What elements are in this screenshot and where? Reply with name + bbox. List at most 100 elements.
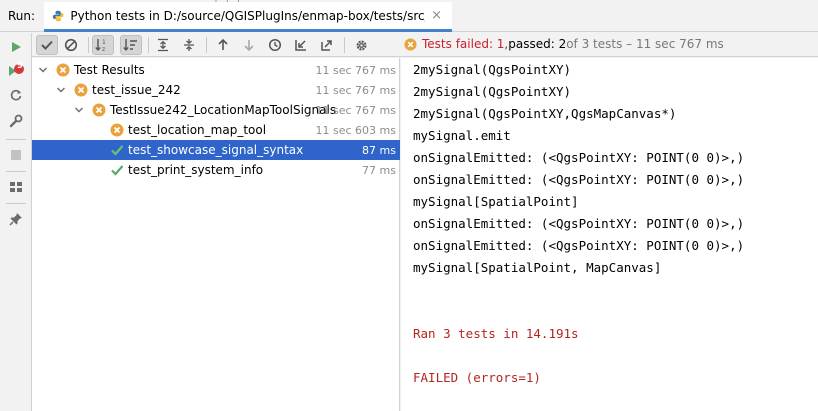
arrow-down-icon (244, 40, 254, 52)
export-results-button[interactable] (316, 35, 338, 55)
sort-duration-icon (123, 39, 137, 52)
passed-check-icon (111, 145, 124, 156)
rerun-failed-button[interactable]: 9 (6, 61, 26, 81)
next-failed-test-button[interactable] (238, 35, 260, 55)
show-passed-button[interactable] (36, 35, 58, 55)
console-line: onSignalEmitted: (<QgsPointXY: POINT(0 0… (413, 150, 745, 165)
python-icon (52, 10, 64, 21)
tree-node-name: test_location_map_tool (128, 123, 267, 137)
toggle-auto-test-button[interactable] (6, 85, 26, 105)
ignored-icon (64, 38, 78, 52)
history-clock-icon (268, 38, 282, 52)
close-icon[interactable]: × (431, 8, 442, 23)
test-history-button[interactable] (264, 35, 286, 55)
refresh-icon (10, 89, 22, 101)
run-tool-window-header: symbolodv Run: Python tests in D:/source… (0, 0, 818, 32)
tree-node-name: Test Results (74, 63, 145, 77)
arrow-up-icon (218, 38, 228, 50)
stop-icon (11, 150, 21, 160)
console-line: 2mySignal(QgsPointXY) (413, 84, 572, 99)
tree-node-duration: 11 sec 767 ms (315, 64, 396, 77)
run-label: Run: (8, 9, 36, 23)
tree-node-duration: 11 sec 603 ms (315, 124, 396, 137)
tree-row-test-showcase-signal-syntax[interactable]: test_showcase_signal_syntax 87 ms (32, 140, 400, 160)
console-line: onSignalEmitted: (<QgsPointXY: POINT(0 0… (413, 216, 745, 231)
run-tab[interactable]: Python tests in D:/source/QGISPlugIns/en… (44, 2, 452, 32)
import-icon (295, 40, 306, 51)
run-tab-title: Python tests in D:/source/QGISPlugIns/en… (70, 8, 425, 23)
tree-node-duration: 77 ms (362, 164, 396, 177)
layout-icon (10, 182, 22, 192)
rerun-button[interactable] (6, 37, 26, 57)
error-status-icon (404, 37, 417, 51)
console-line: onSignalEmitted: (<QgsPointXY: POINT(0 0… (413, 238, 745, 253)
toolbar-separator (344, 37, 345, 53)
tree-node-name: TestIssue242_LocationMapToolSignals (110, 103, 337, 117)
passed-check-icon (111, 165, 124, 176)
export-icon (321, 40, 332, 51)
console-line: mySignal.emit (413, 128, 511, 143)
tests-passed-text: passed: 2 (508, 37, 567, 51)
expand-all-button[interactable] (152, 35, 174, 55)
toolbar-separator (88, 37, 89, 53)
test-status-summary: Tests failed: 1, passed: 2 of 3 tests – … (404, 37, 724, 51)
collapse-all-icon (184, 39, 194, 51)
error-status-icon (74, 83, 88, 97)
error-status-icon (110, 123, 124, 137)
checkmark-icon (41, 40, 53, 50)
tree-node-name: test_print_system_info (128, 163, 264, 177)
console-output[interactable]: 2mySignal(QgsPointXY) 2mySignal(QgsPoint… (401, 58, 818, 411)
pin-icon (9, 213, 22, 226)
play-icon (12, 42, 21, 52)
console-line: mySignal[SpatialPoint, MapCanvas] (413, 260, 662, 275)
tree-node-duration: 11 sec 767 ms (315, 84, 396, 97)
svg-text:1: 1 (102, 39, 106, 46)
expand-all-icon (158, 38, 168, 52)
chevron-down-icon[interactable] (38, 65, 48, 75)
collapse-all-button[interactable] (178, 35, 200, 55)
chevron-down-icon[interactable] (74, 105, 84, 115)
console-line: 2mySignal(QgsPointXY,QgsMapCanvas*) (413, 106, 677, 121)
console-line: mySignal[SpatialPoint] (413, 194, 579, 209)
sort-alpha-icon: 1z (95, 39, 106, 52)
error-status-icon (92, 103, 106, 117)
side-separator (6, 203, 26, 204)
pin-tab-button[interactable] (6, 209, 26, 229)
side-separator (6, 139, 26, 140)
tree-row-test-location-map-tool[interactable]: test_location_map_tool 11 sec 603 ms (32, 120, 400, 140)
console-line: 2mySignal(QgsPointXY) (413, 62, 572, 77)
previous-failed-test-button[interactable] (212, 35, 234, 55)
test-settings-button[interactable] (350, 35, 372, 55)
sort-alphabetically-button[interactable]: 1z (92, 35, 114, 55)
console-error-line: FAILED (errors=1) (413, 370, 541, 385)
test-results-tree: Test Results 11 sec 767 ms test_issue_24… (32, 58, 400, 411)
toolbar-separator (206, 37, 207, 53)
stop-button[interactable] (6, 145, 26, 165)
gear-icon (356, 40, 366, 50)
tree-row-test-issue-242[interactable]: test_issue_242 11 sec 767 ms (32, 80, 400, 100)
svg-text:z: z (102, 46, 105, 52)
tests-total-duration-text: of 3 tests – 11 sec 767 ms (566, 37, 724, 51)
failed-count-badge: 9 (16, 61, 24, 71)
wrench-icon (9, 114, 23, 128)
chevron-down-icon[interactable] (56, 85, 66, 95)
settings-button[interactable] (6, 111, 26, 131)
error-status-icon (56, 63, 70, 77)
sort-by-duration-button[interactable] (120, 35, 142, 55)
tree-node-name: test_issue_242 (92, 83, 181, 97)
console-error-line: Ran 3 tests in 14.191s (413, 326, 579, 341)
test-runner-toolbar: 1z Tests failed: 1, passed: 2 of 3 tests… (32, 33, 818, 57)
show-ignored-button[interactable] (60, 35, 82, 55)
tree-node-duration: 11 sec 767 ms (315, 104, 396, 117)
layout-button[interactable] (6, 177, 26, 197)
import-tests-button[interactable] (290, 35, 312, 55)
run-side-toolbar: 9 (0, 33, 32, 411)
toolbar-separator (148, 37, 149, 53)
tree-row-test-print-system-info[interactable]: test_print_system_info 77 ms (32, 160, 400, 180)
side-separator (6, 171, 26, 172)
tests-failed-text: Tests failed: 1, (422, 37, 509, 51)
tree-node-name: test_showcase_signal_syntax (128, 143, 304, 157)
tree-row-test-results[interactable]: Test Results 11 sec 767 ms (32, 60, 400, 80)
tree-row-test-class[interactable]: TestIssue242_LocationMapToolSignals 11 s… (32, 100, 400, 120)
console-line: onSignalEmitted: (<QgsPointXY: POINT(0 0… (413, 172, 745, 187)
